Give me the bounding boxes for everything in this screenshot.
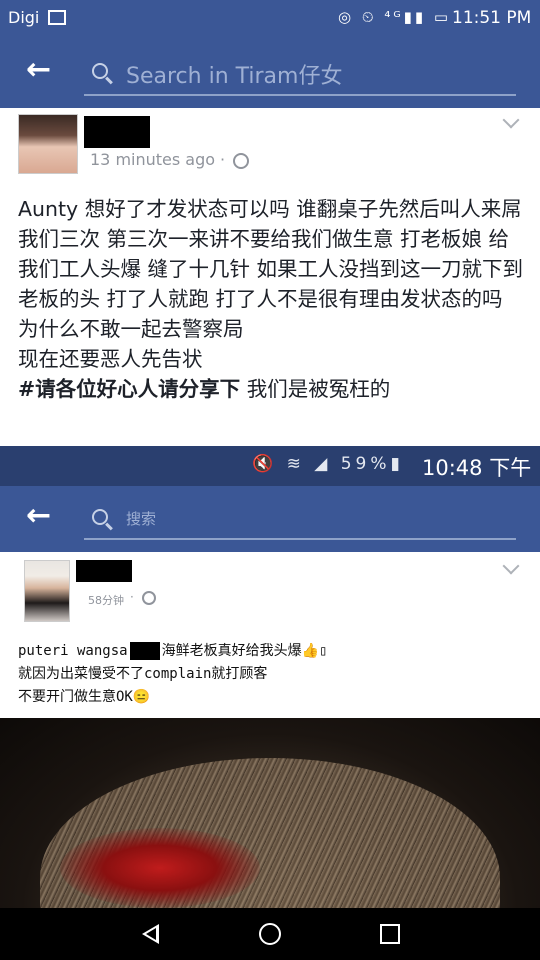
search-icon: [92, 63, 108, 79]
post-photo[interactable]: [0, 718, 540, 908]
search-input[interactable]: Search in Tiram仔女: [126, 58, 342, 90]
search-input[interactable]: 搜索: [126, 508, 156, 529]
post-paragraph: Aunty 想好了才发状态可以吗 谁翻桌子先然后叫人来屌我们三次 第三次一来讲不…: [18, 197, 524, 341]
search-underline: [84, 94, 516, 96]
globe-icon: [233, 153, 249, 169]
meta-separator: ·: [220, 150, 226, 169]
chevron-down-icon[interactable]: [502, 557, 520, 575]
hashtag-link[interactable]: #请各位好心人请分享下: [18, 377, 240, 401]
navigation-bar: [0, 908, 540, 960]
meta-separator: ·: [130, 590, 134, 604]
chevron-down-icon[interactable]: [502, 111, 520, 129]
globe-icon: [142, 591, 156, 605]
status-icons: 🔇 ≋ ◢ 59%▮: [252, 454, 404, 474]
post-line: 就因为出菜慢受不了complain就打顾客: [18, 666, 268, 682]
back-arrow-icon[interactable]: ←: [26, 498, 51, 533]
hashtag-suffix: 我们是被冤枉的: [240, 377, 391, 401]
post-body: puteri wangsa 海鲜老板真好给我头爆👍▯ 就因为出菜慢受不了compl…: [18, 640, 327, 709]
post-paragraph: 现在还要恶人先告状: [18, 347, 203, 371]
carrier-label: Digi: [8, 8, 40, 27]
photo-wound-region: [60, 828, 260, 908]
nav-recents-icon[interactable]: [380, 924, 400, 944]
post-card-bottom: 58分钟 · puteri wangsa 海鲜老板真好给我头爆👍▯ 就因为出菜慢受…: [0, 552, 540, 718]
search-underline: [84, 538, 516, 540]
post-line: puteri wangsa 海鲜老板真好给我头爆👍▯: [18, 640, 327, 663]
post-timestamp[interactable]: 13 minutes ago: [90, 150, 215, 169]
post-body: Aunty 想好了才发状态可以吗 谁翻桌子先然后叫人来屌我们三次 第三次一来讲不…: [18, 194, 528, 404]
back-arrow-icon[interactable]: ←: [26, 52, 51, 87]
post-hashtag-line: #请各位好心人请分享下 我们是被冤枉的: [18, 374, 528, 404]
nav-back-icon[interactable]: [142, 924, 159, 944]
nav-home-icon[interactable]: [259, 923, 281, 945]
avatar[interactable]: [18, 114, 78, 174]
post-line: 不要开门做生意OK😑: [18, 689, 151, 705]
status-bar-bottom: 🔇 ≋ ◢ 59%▮ 10:48 下午: [0, 446, 540, 486]
status-icons: ◎ ⏲ ⁴ᴳ▮▮ ▭: [338, 8, 452, 26]
status-time: 11:51 PM: [452, 8, 532, 28]
status-time: 10:48 下午: [422, 456, 532, 480]
post-card-top: 13 minutes ago · Aunty 想好了才发状态可以吗 谁翻桌子先然…: [0, 108, 540, 446]
post-line-text: 海鲜老板真好给我头爆👍▯: [161, 643, 328, 659]
redacted-author-name: [84, 116, 150, 148]
redacted-name: [129, 642, 160, 660]
post-timestamp[interactable]: 58分钟: [88, 592, 124, 608]
message-icon: [48, 10, 66, 25]
avatar[interactable]: [24, 560, 70, 622]
search-header-top: ← Search in Tiram仔女: [0, 36, 540, 108]
status-bar-top: Digi ◎ ⏲ ⁴ᴳ▮▮ ▭ 11:51 PM: [0, 0, 540, 36]
search-header-bottom: ← 搜索: [0, 486, 540, 552]
mentioned-name[interactable]: puteri wangsa: [18, 643, 128, 659]
redacted-author-name: [76, 560, 132, 582]
search-icon: [92, 509, 108, 525]
